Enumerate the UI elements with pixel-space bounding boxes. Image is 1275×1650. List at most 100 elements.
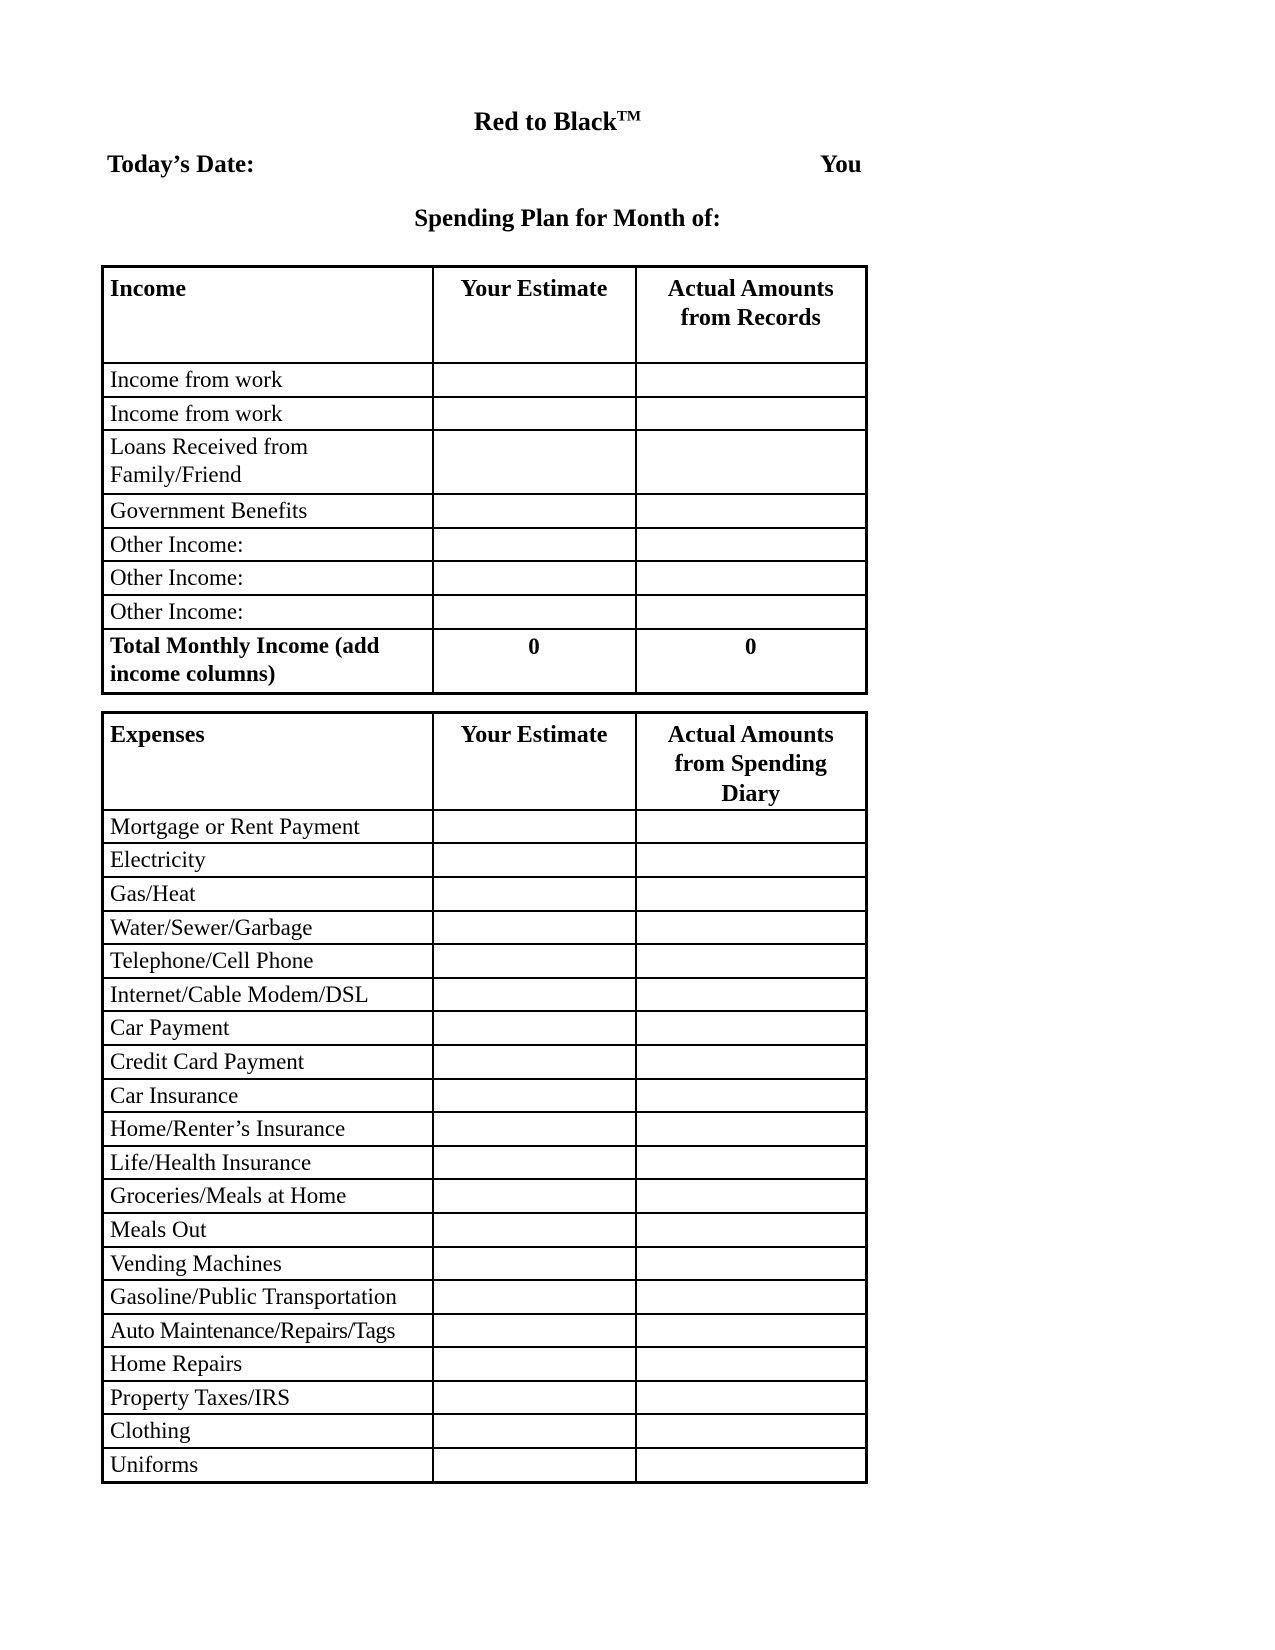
income-estimate-field[interactable] bbox=[431, 560, 637, 596]
income-actual-field[interactable] bbox=[634, 429, 868, 496]
income-actual-field[interactable] bbox=[634, 560, 868, 596]
table-row: Life/Health Insurance bbox=[101, 1144, 868, 1181]
income-actual-field[interactable] bbox=[634, 493, 868, 529]
expense-estimate-field[interactable] bbox=[431, 1010, 637, 1046]
expense-actual-field[interactable] bbox=[634, 1211, 868, 1248]
table-row: Gas/Heat bbox=[101, 875, 868, 912]
expense-estimate-field[interactable] bbox=[431, 1144, 637, 1181]
expense-estimate-field[interactable] bbox=[431, 943, 637, 979]
expense-estimate-field[interactable] bbox=[431, 1346, 637, 1382]
your-name-label: You bbox=[820, 150, 862, 178]
table-row: Government Benefits bbox=[101, 493, 868, 529]
expense-row-label: Clothing bbox=[101, 1413, 434, 1450]
expense-actual-field[interactable] bbox=[634, 1111, 868, 1147]
document-header: Red to BlackTM Today’s Date: You bbox=[0, 107, 1275, 185]
expense-row-label: Home/Renter’s Insurance bbox=[101, 1111, 434, 1147]
expense-actual-field[interactable] bbox=[634, 1346, 868, 1382]
expense-estimate-field[interactable] bbox=[431, 1379, 637, 1416]
expense-actual-field[interactable] bbox=[634, 875, 868, 912]
expense-estimate-field[interactable] bbox=[431, 1447, 637, 1484]
expense-actual-field[interactable] bbox=[634, 808, 868, 845]
table-row: Groceries/Meals at Home bbox=[101, 1178, 868, 1214]
income-header-label: Income bbox=[101, 265, 434, 364]
table-row: Car Insurance bbox=[101, 1077, 868, 1114]
table-row: Mortgage or Rent Payment bbox=[101, 808, 868, 845]
table-row: Uniforms bbox=[101, 1447, 868, 1484]
expense-row-label: Uniforms bbox=[101, 1447, 434, 1484]
expense-estimate-field[interactable] bbox=[431, 909, 637, 946]
income-header-actual: Actual Amounts from Records bbox=[634, 265, 868, 364]
income-estimate-field[interactable] bbox=[431, 526, 637, 563]
income-actual-field[interactable] bbox=[634, 593, 868, 630]
table-row: Other Income: bbox=[101, 526, 868, 563]
expense-estimate-field[interactable] bbox=[431, 842, 637, 878]
page-title: Spending Plan for Month of: bbox=[414, 205, 721, 232]
income-estimate-field[interactable] bbox=[431, 429, 637, 496]
expense-estimate-field[interactable] bbox=[431, 1211, 637, 1248]
expense-estimate-field[interactable] bbox=[431, 1413, 637, 1450]
expense-estimate-field[interactable] bbox=[431, 1077, 637, 1114]
expense-row-label: Home Repairs bbox=[101, 1346, 434, 1382]
expense-row-label: Electricity bbox=[101, 842, 434, 878]
expense-estimate-field[interactable] bbox=[431, 1111, 637, 1147]
expense-actual-field[interactable] bbox=[634, 1144, 868, 1181]
income-estimate-field[interactable] bbox=[431, 395, 637, 432]
income-actual-field[interactable] bbox=[634, 526, 868, 563]
expense-actual-field[interactable] bbox=[634, 842, 868, 878]
expense-actual-field[interactable] bbox=[634, 1413, 868, 1450]
table-row: Car Payment bbox=[101, 1010, 868, 1046]
expense-estimate-field[interactable] bbox=[431, 808, 637, 845]
trademark-symbol: TM bbox=[616, 108, 642, 125]
total-monthly-income-actual[interactable]: 0 bbox=[634, 627, 868, 695]
expense-actual-field[interactable] bbox=[634, 1178, 868, 1214]
table-row: Home Repairs bbox=[101, 1346, 868, 1382]
expense-row-label: Water/Sewer/Garbage bbox=[101, 909, 434, 946]
income-estimate-field[interactable] bbox=[431, 493, 637, 529]
table-row: Income from work bbox=[101, 395, 868, 432]
income-row-label: Other Income: bbox=[101, 526, 434, 563]
expense-estimate-field[interactable] bbox=[431, 976, 637, 1013]
expense-estimate-field[interactable] bbox=[431, 1178, 637, 1214]
table-row: Loans Received from Family/Friend bbox=[101, 429, 868, 496]
income-estimate-field[interactable] bbox=[431, 593, 637, 630]
income-row-label: Other Income: bbox=[101, 593, 434, 630]
expense-actual-field[interactable] bbox=[634, 1077, 868, 1114]
brand-name: Red to Black bbox=[473, 107, 617, 136]
expense-estimate-field[interactable] bbox=[431, 1245, 637, 1282]
expense-actual-field[interactable] bbox=[634, 1312, 868, 1349]
table-row: Gasoline/Public Transportation bbox=[101, 1279, 868, 1315]
expense-row-label: Telephone/Cell Phone bbox=[101, 943, 434, 979]
total-monthly-income-label: Total Monthly Income (add income columns… bbox=[101, 627, 434, 695]
expense-row-label: Internet/Cable Modem/DSL bbox=[101, 976, 434, 1013]
expense-estimate-field[interactable] bbox=[431, 1279, 637, 1315]
brand-title: Red to BlackTM bbox=[0, 107, 1275, 137]
expense-actual-field[interactable] bbox=[634, 976, 868, 1013]
expense-estimate-field[interactable] bbox=[431, 1312, 637, 1349]
income-estimate-field[interactable] bbox=[431, 362, 637, 398]
income-actual-field[interactable] bbox=[634, 395, 868, 432]
expense-actual-field[interactable] bbox=[634, 1379, 868, 1416]
expense-actual-field[interactable] bbox=[634, 909, 868, 946]
income-actual-field[interactable] bbox=[634, 362, 868, 398]
expense-row-label: Credit Card Payment bbox=[101, 1043, 434, 1080]
table-row: Income from work bbox=[101, 362, 868, 398]
expense-row-label: Auto Maintenance/Repairs/Tags bbox=[101, 1312, 434, 1349]
table-row: Credit Card Payment bbox=[101, 1043, 868, 1080]
expense-row-label: Car Insurance bbox=[101, 1077, 434, 1114]
expense-actual-field[interactable] bbox=[634, 1279, 868, 1315]
expense-actual-field[interactable] bbox=[634, 1010, 868, 1046]
expense-estimate-field[interactable] bbox=[431, 1043, 637, 1080]
expense-actual-field[interactable] bbox=[634, 1043, 868, 1080]
income-row-label: Income from work bbox=[101, 362, 434, 398]
expense-row-label: Life/Health Insurance bbox=[101, 1144, 434, 1181]
total-monthly-income-estimate[interactable]: 0 bbox=[431, 627, 637, 695]
expense-actual-field[interactable] bbox=[634, 1447, 868, 1484]
expense-actual-field[interactable] bbox=[634, 1245, 868, 1282]
expense-actual-field[interactable] bbox=[634, 943, 868, 979]
income-header-row: Income Your Estimate Actual Amounts from… bbox=[101, 265, 868, 364]
table-row: Meals Out bbox=[101, 1211, 868, 1248]
table-row: Home/Renter’s Insurance bbox=[101, 1111, 868, 1147]
expense-estimate-field[interactable] bbox=[431, 875, 637, 912]
spending-plan-page: Red to BlackTM Today’s Date: You Spendin… bbox=[0, 0, 1275, 1650]
table-row: Vending Machines bbox=[101, 1245, 868, 1282]
